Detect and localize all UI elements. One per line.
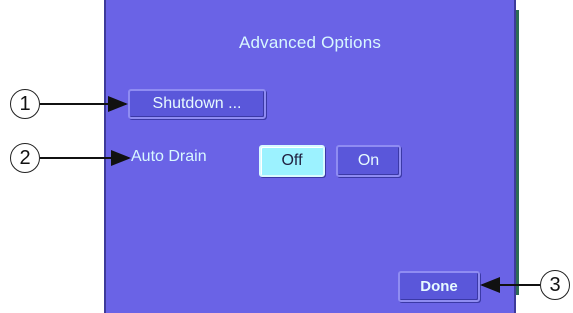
callout-3: 3	[540, 270, 570, 300]
callout-1: 1	[10, 89, 40, 119]
callout-2: 2	[10, 143, 40, 173]
callout-arrows	[40, 96, 540, 293]
